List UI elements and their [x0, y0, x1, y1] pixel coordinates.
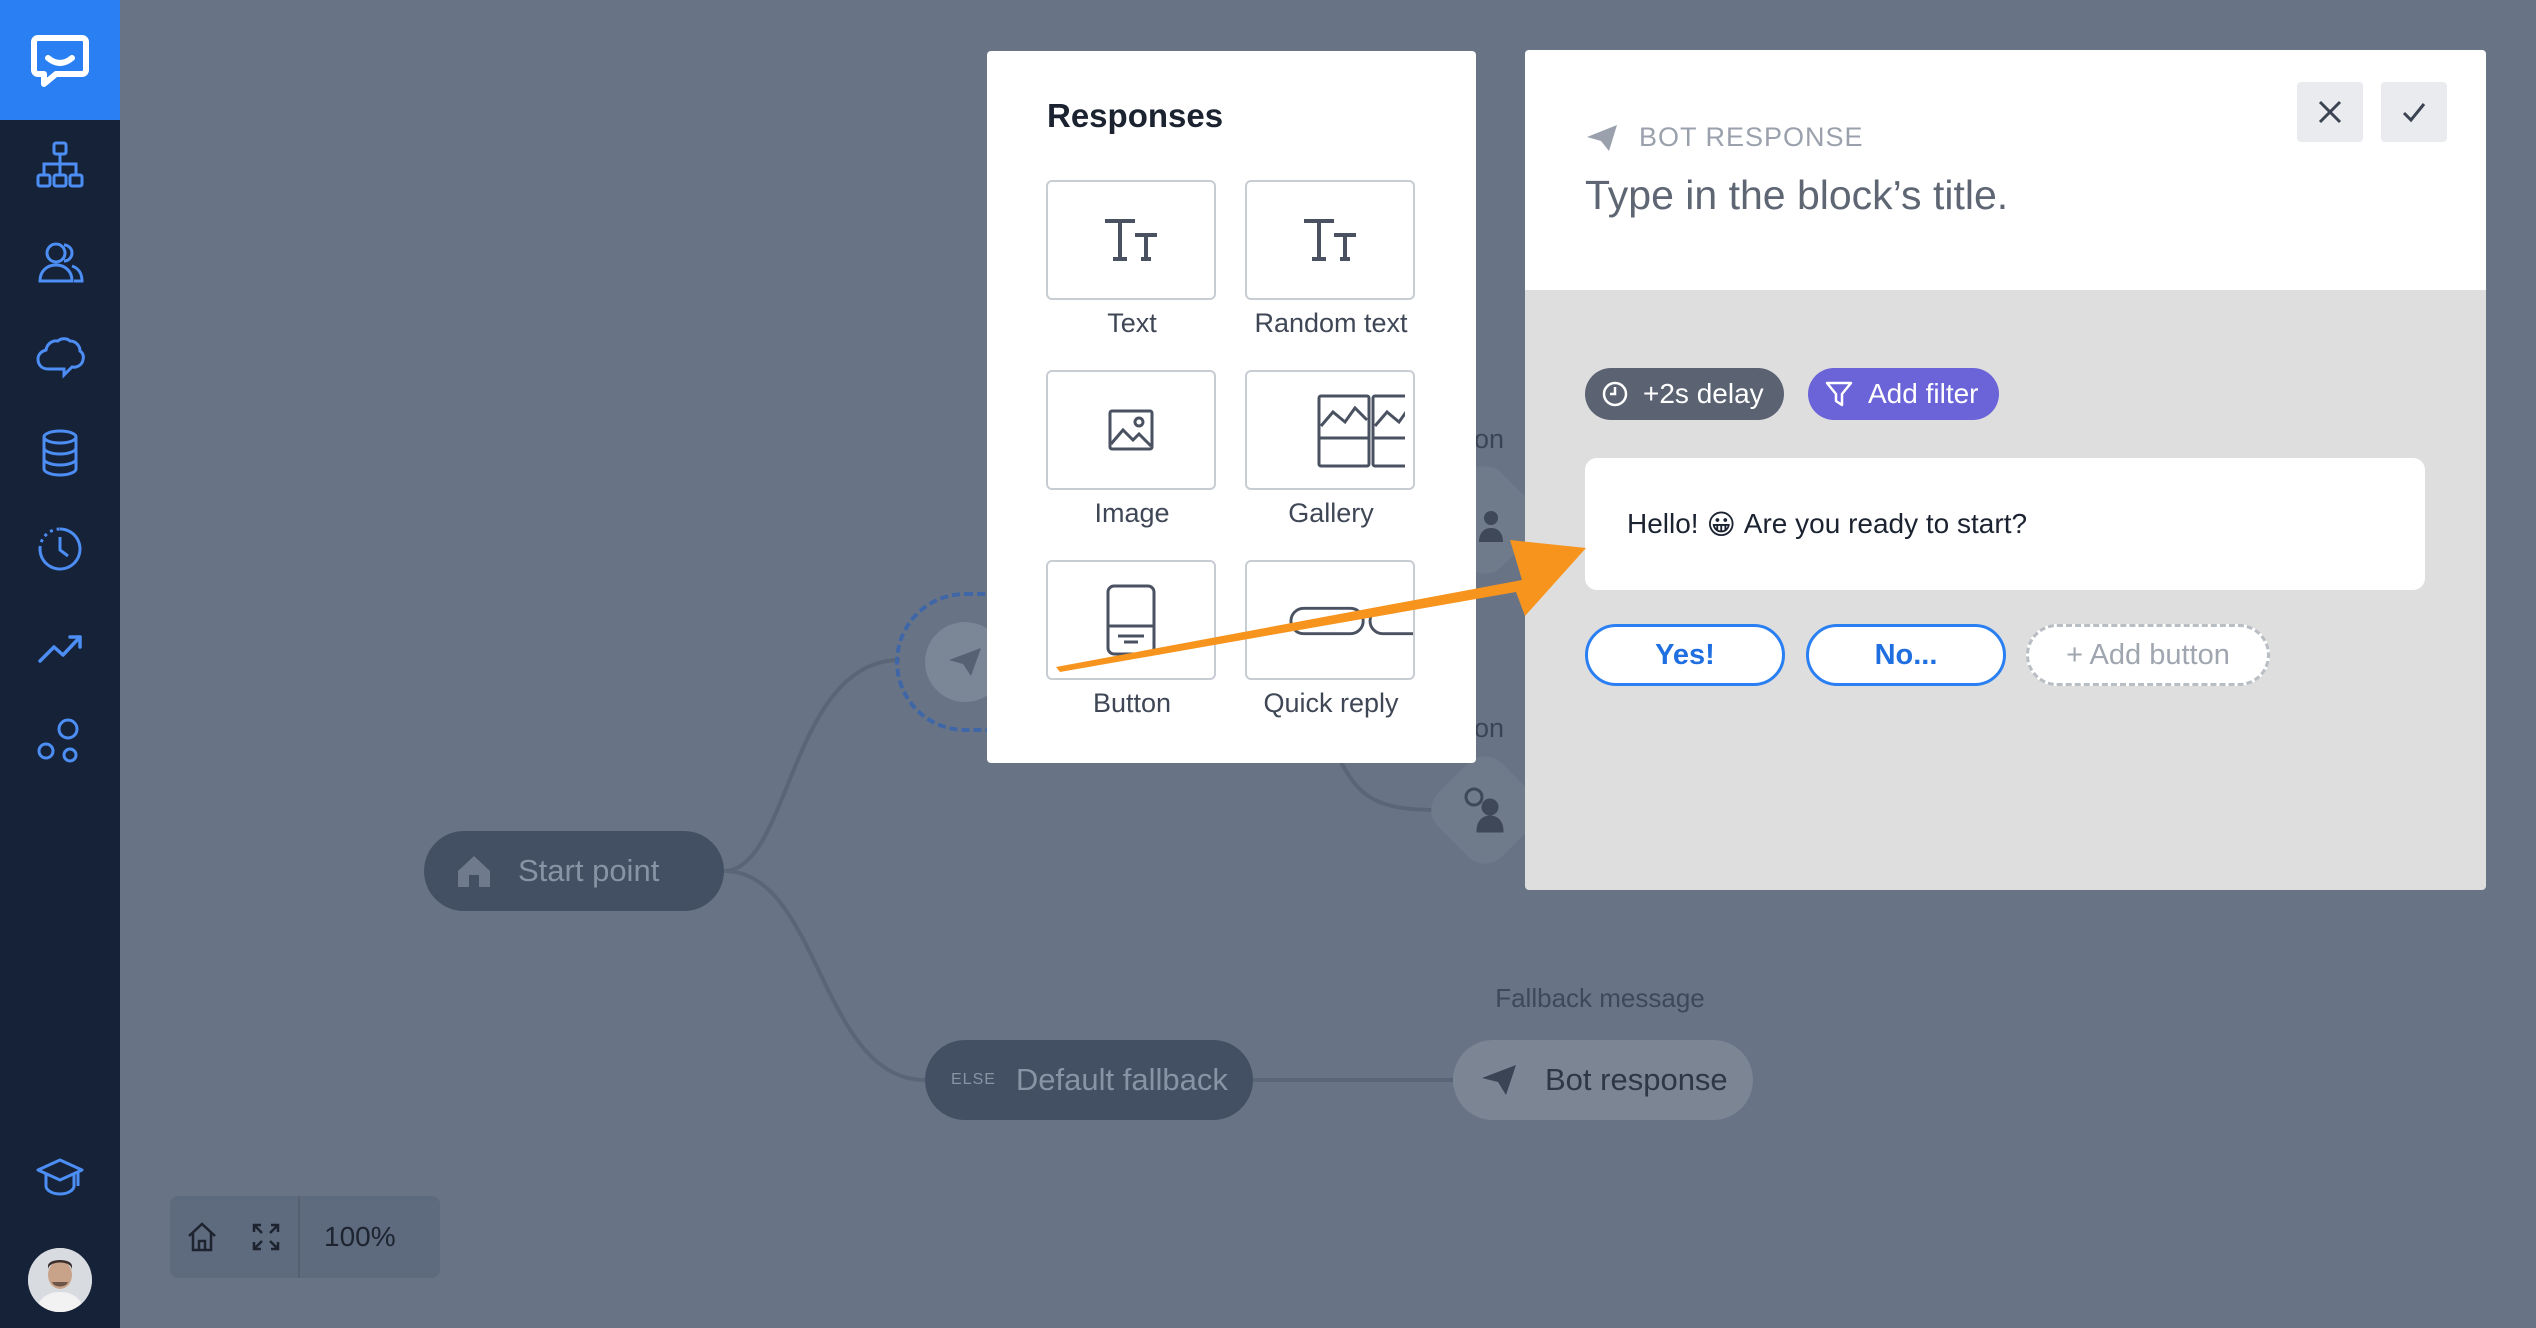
- close-icon: [2318, 100, 2342, 124]
- close-button[interactable]: [2297, 82, 2363, 142]
- send-icon: [949, 648, 981, 676]
- expand-icon: [252, 1223, 280, 1251]
- fit-screen-button[interactable]: [234, 1196, 298, 1278]
- response-text[interactable]: Text: [1046, 180, 1218, 339]
- text-tile[interactable]: [1046, 180, 1216, 300]
- zoom-control: 100%: [170, 1196, 440, 1278]
- default-fallback-label: Default fallback: [1015, 1062, 1228, 1097]
- reply-button-no[interactable]: No...: [1806, 624, 2006, 686]
- confirm-button[interactable]: [2381, 82, 2447, 142]
- send-icon: [1482, 1065, 1516, 1095]
- tile-label: Text: [1107, 308, 1157, 338]
- response-button[interactable]: Button: [1046, 560, 1218, 719]
- tile-label: Quick reply: [1263, 688, 1399, 718]
- ai-brain-icon[interactable]: [30, 327, 90, 387]
- response-image[interactable]: Image: [1046, 370, 1218, 529]
- block-title-input[interactable]: Type in the block’s title.: [1585, 172, 2008, 219]
- gallery-tile[interactable]: [1245, 370, 1415, 490]
- response-quick-reply[interactable]: Quick reply: [1245, 560, 1417, 719]
- bot-response-label: Bot response: [1545, 1062, 1728, 1097]
- button-tile[interactable]: [1046, 560, 1216, 680]
- message-text-after: Are you ready to start?: [1743, 508, 2028, 539]
- history-icon[interactable]: [30, 519, 90, 579]
- home-icon: [188, 1222, 216, 1252]
- editor-kind-label: BOT RESPONSE: [1639, 122, 1864, 152]
- chatbot-logo-icon[interactable]: [0, 0, 120, 120]
- bot-response-node[interactable]: Bot response: [1453, 1040, 1753, 1120]
- users-icon[interactable]: [30, 231, 90, 291]
- responses-title: Responses: [1047, 97, 1224, 134]
- delay-label: +2s delay: [1643, 378, 1764, 409]
- academy-icon[interactable]: [30, 1148, 90, 1208]
- analytics-icon[interactable]: [30, 615, 90, 675]
- quick-reply-tile[interactable]: [1245, 560, 1415, 680]
- responses-panel: Responses Text Random text Image Gallery…: [987, 51, 1476, 763]
- message-text-input[interactable]: Hello! 😀 Are you ready to start?: [1585, 458, 2425, 590]
- user-input-icon: [1460, 785, 1508, 838]
- random-text-tile[interactable]: [1245, 180, 1415, 300]
- image-icon: [1108, 409, 1154, 451]
- database-icon[interactable]: [30, 423, 90, 483]
- editor-kind: BOT RESPONSE: [1585, 122, 1864, 153]
- tile-label: Button: [1092, 688, 1172, 718]
- grinning-emoji-icon: 😀: [1706, 508, 1736, 540]
- check-icon: [2402, 103, 2426, 123]
- gallery-icon: [1317, 394, 1405, 468]
- filter-icon: [1825, 381, 1853, 407]
- default-fallback-node[interactable]: ELSE Default fallback: [925, 1040, 1253, 1120]
- clock-icon: [1602, 381, 1628, 407]
- start-point-label: Start point: [518, 853, 660, 888]
- text-icon: [1105, 219, 1157, 261]
- tile-label: Image: [1094, 498, 1170, 528]
- add-filter-button[interactable]: Add filter: [1808, 368, 1999, 420]
- user-avatar[interactable]: [28, 1248, 92, 1312]
- tile-label: Gallery: [1288, 498, 1374, 528]
- random-text-icon: [1304, 219, 1356, 261]
- editor-header: BOT RESPONSE Type in the block’s title.: [1525, 50, 2486, 290]
- message-text-before: Hello!: [1627, 508, 1699, 539]
- quick-reply-icon: [1289, 606, 1413, 636]
- stories-icon[interactable]: [30, 135, 90, 195]
- else-tag: ELSE: [951, 1071, 996, 1088]
- tile-label: Random text: [1254, 308, 1408, 338]
- integrations-icon[interactable]: [30, 711, 90, 771]
- delay-badge[interactable]: +2s delay: [1585, 368, 1784, 420]
- image-tile[interactable]: [1046, 370, 1216, 490]
- fallback-message-label: Fallback message: [1495, 983, 1705, 1013]
- send-icon: [1587, 124, 1617, 151]
- response-random-text[interactable]: Random text: [1245, 180, 1417, 339]
- add-filter-label: Add filter: [1868, 378, 1979, 409]
- start-point-node[interactable]: Start point: [424, 831, 724, 911]
- add-button[interactable]: + Add button: [2026, 624, 2270, 686]
- bot-response-editor: BOT RESPONSE Type in the block’s title. …: [1525, 50, 2486, 890]
- reply-button-yes[interactable]: Yes!: [1585, 624, 1785, 686]
- zoom-level: 100%: [324, 1221, 396, 1252]
- center-home-button[interactable]: [170, 1196, 234, 1278]
- home-icon: [458, 856, 490, 887]
- button-icon: [1106, 584, 1156, 656]
- response-gallery[interactable]: Gallery: [1245, 370, 1417, 529]
- sidebar: [0, 0, 120, 1328]
